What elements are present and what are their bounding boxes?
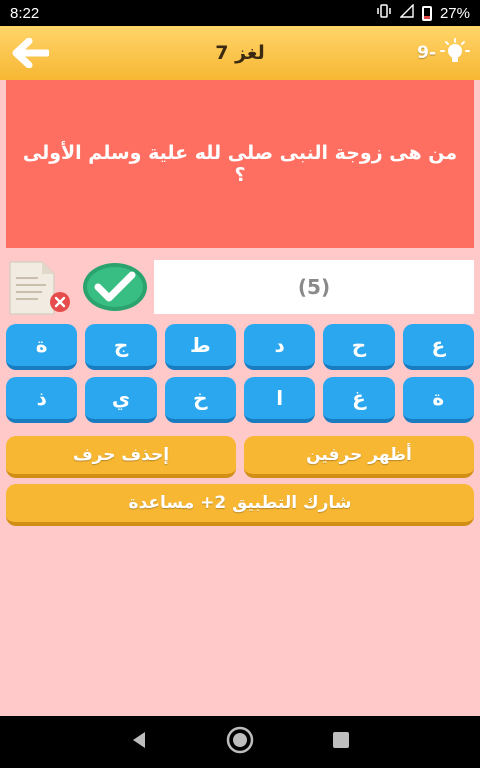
letter-key[interactable]: د bbox=[244, 324, 316, 370]
document-delete-icon bbox=[9, 261, 70, 315]
letter-keyboard: ع ح د ط ج ة ة غ ا خ ي ذ bbox=[6, 324, 474, 430]
navigation-bar bbox=[0, 716, 480, 768]
letter-key[interactable]: ج bbox=[85, 324, 157, 370]
question-panel: من هى زوجة النبى صلى لله علية وسلم الأول… bbox=[6, 80, 474, 248]
home-nav-icon[interactable] bbox=[225, 725, 255, 759]
letter-key[interactable]: ة bbox=[6, 324, 78, 370]
back-nav-icon[interactable] bbox=[128, 729, 150, 755]
letter-key[interactable]: ا bbox=[244, 377, 316, 423]
key-row: ة غ ا خ ي ذ bbox=[6, 377, 474, 423]
letter-key[interactable]: ع bbox=[402, 324, 474, 370]
key-row: ع ح د ط ج ة bbox=[6, 324, 474, 370]
lightbulb-icon bbox=[440, 38, 470, 62]
remove-letters-button[interactable] bbox=[6, 260, 72, 316]
top-bar: لغز 7 9- bbox=[0, 26, 480, 80]
signal-icon bbox=[399, 3, 414, 22]
letter-key[interactable]: ذ bbox=[6, 377, 78, 423]
hint-counter[interactable]: 9- bbox=[417, 38, 470, 68]
share-app-button[interactable]: شارك التطبيق 2+ مساعدة bbox=[6, 484, 474, 526]
question-text: من هى زوجة النبى صلى لله علية وسلم الأول… bbox=[22, 142, 458, 186]
letter-key[interactable]: ح bbox=[323, 324, 395, 370]
show-two-letters-button[interactable]: أظهر حرفين bbox=[244, 436, 474, 478]
hint-count: 9- bbox=[417, 43, 436, 63]
battery-icon bbox=[421, 5, 432, 21]
status-bar: 8:22 27% bbox=[0, 0, 480, 26]
letter-key[interactable]: غ bbox=[323, 377, 395, 423]
check-answer-button[interactable] bbox=[82, 262, 148, 312]
letter-key[interactable]: ي bbox=[85, 377, 157, 423]
battery-level: 27% bbox=[439, 4, 470, 22]
arrow-left-icon bbox=[12, 38, 49, 68]
clock: 8:22 bbox=[10, 4, 40, 22]
level-title: لغز 7 bbox=[215, 42, 265, 64]
recents-nav-icon[interactable] bbox=[330, 729, 352, 755]
letter-key[interactable]: خ bbox=[164, 377, 237, 423]
answer-row: (5) bbox=[6, 260, 474, 316]
checkmark-icon bbox=[83, 263, 147, 311]
letter-key[interactable]: ة bbox=[402, 377, 474, 423]
back-button[interactable] bbox=[10, 33, 50, 73]
help-actions: أظهر حرفين إحذف حرف bbox=[6, 436, 474, 478]
delete-letter-button[interactable]: إحذف حرف bbox=[6, 436, 236, 478]
vibrate-icon bbox=[376, 4, 392, 22]
answer-field[interactable]: (5) bbox=[154, 260, 474, 314]
letter-key[interactable]: ط bbox=[164, 324, 237, 370]
